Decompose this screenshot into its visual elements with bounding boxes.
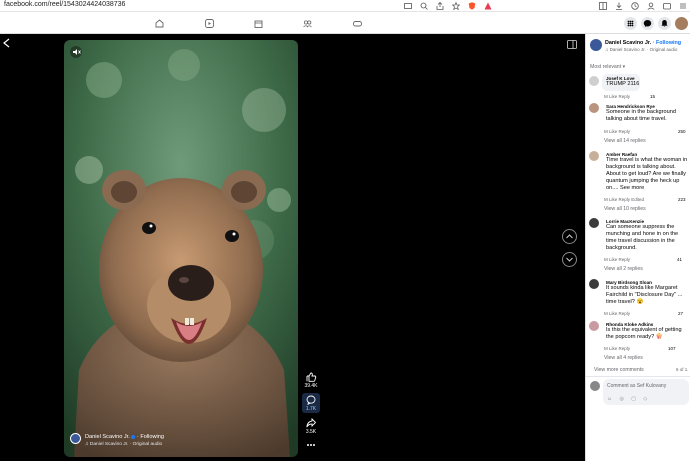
comment-actions[interactable]: M Like Reply: [604, 346, 630, 351]
comment-avatar[interactable]: [589, 76, 599, 86]
reel-author-avatar[interactable]: [70, 433, 81, 444]
comment-actions[interactable]: M Like Reply: [604, 129, 630, 134]
panel-author-name[interactable]: Daniel Scavino Jr.: [605, 40, 651, 46]
share-page-icon[interactable]: [436, 2, 444, 10]
reels-icon[interactable]: [205, 19, 214, 28]
comment-tool-icons[interactable]: ☺ ◎ ▢ ◇: [607, 396, 650, 402]
reel-author-name[interactable]: Daniel Scavino Jr.: [85, 434, 130, 440]
reel-author-row: Daniel Scavino Jr. · Following: [85, 434, 164, 440]
collapse-panel-icon[interactable]: [567, 40, 577, 49]
comment-actions[interactable]: M Like Reply Edited: [604, 197, 644, 202]
reel-video[interactable]: Daniel Scavino Jr. · Following ♫ Daniel …: [64, 40, 298, 457]
panel-author-row: Daniel Scavino Jr. · Following: [605, 40, 681, 46]
messenger-icon[interactable]: [641, 17, 654, 30]
comment-actions[interactable]: M Like Reply: [604, 94, 630, 99]
wallet-icon[interactable]: [663, 2, 671, 10]
comment-avatar[interactable]: [589, 279, 599, 289]
more-icon[interactable]: [306, 442, 316, 448]
downloads-icon[interactable]: [615, 2, 623, 10]
comment-text: Is this the equivalent of getting the po…: [606, 327, 682, 340]
reaction-count[interactable]: 27: [678, 311, 683, 316]
url-text[interactable]: facebook.com/reel/1543024424038736: [4, 1, 125, 8]
reel-audio[interactable]: ♫ Daniel Scavino Jr. · Original audio: [85, 442, 162, 447]
like-icon[interactable]: [304, 372, 318, 382]
browser-menu-icon[interactable]: [679, 2, 687, 10]
reaction-count[interactable]: 250: [678, 129, 686, 134]
comments-panel: Daniel Scavino Jr. · Following ♫ Daniel …: [585, 34, 690, 461]
comment-avatar[interactable]: [589, 321, 599, 331]
comment-icon: [306, 395, 316, 405]
gaming-icon[interactable]: [353, 19, 362, 28]
comment-button[interactable]: 1.7K: [302, 393, 320, 413]
comment-input-placeholder: Comment as Sef Kulovany: [607, 383, 667, 389]
chevron-up-icon: [566, 234, 573, 239]
sort-dropdown[interactable]: Most relevant ▾: [590, 64, 625, 70]
comment-text: Someone in the background talking about …: [606, 109, 676, 122]
next-reel-button[interactable]: [562, 252, 577, 267]
reaction-count[interactable]: 223: [678, 197, 686, 202]
reel-following[interactable]: · Following: [137, 434, 164, 440]
extensions-icon[interactable]: [599, 2, 607, 10]
comment-text: It sounds kinda like Margaret Fairchild …: [606, 285, 683, 305]
reaction-count[interactable]: 15: [650, 94, 655, 99]
verified-icon: [131, 434, 136, 439]
brave-shield-icon[interactable]: [468, 2, 476, 10]
browser-address-bar: facebook.com/reel/1543024424038736: [0, 0, 690, 12]
comment-text: Time travel is what the woman in backgro…: [606, 157, 688, 191]
avatar[interactable]: [675, 17, 688, 30]
menu-icon[interactable]: [624, 17, 637, 30]
sort-label: Most relevant: [590, 64, 622, 70]
share-icon[interactable]: [306, 418, 316, 428]
view-replies-link[interactable]: View all 2 replies: [604, 266, 643, 272]
quokka-image: [64, 40, 298, 457]
comment-input[interactable]: Comment as Sef Kulovany ☺ ◎ ▢ ◇: [603, 379, 689, 405]
chevron-down-icon: [566, 257, 573, 262]
comment-avatar[interactable]: [589, 151, 599, 161]
screen-share-icon[interactable]: [404, 2, 412, 10]
comment-text: Can someone suppress the munching and ho…: [606, 224, 679, 251]
profile-icon[interactable]: [647, 2, 655, 10]
brave-rewards-icon[interactable]: [484, 2, 492, 10]
current-user-avatar: [590, 381, 600, 391]
comment-count: 1.7K: [305, 406, 317, 412]
comment-actions[interactable]: M Like Reply: [604, 311, 630, 316]
share-count: 3.5K: [305, 429, 317, 435]
bell-icon[interactable]: [658, 17, 671, 30]
view-more-comments-link[interactable]: View more comments: [594, 367, 644, 373]
comment-actions[interactable]: M Like Reply: [604, 257, 630, 262]
home-icon[interactable]: [155, 19, 164, 28]
mute-icon[interactable]: [70, 46, 82, 58]
comment-avatar[interactable]: [589, 103, 599, 113]
view-replies-link[interactable]: View all 10 replies: [604, 206, 646, 212]
view-replies-link[interactable]: View all 14 replies: [604, 138, 646, 144]
author-avatar[interactable]: [590, 39, 602, 51]
back-icon[interactable]: [2, 38, 12, 48]
comment-avatar[interactable]: [589, 218, 599, 228]
facebook-top-nav: [0, 12, 690, 34]
chevron-down-icon: ▾: [622, 64, 626, 70]
bookmark-star-icon[interactable]: [452, 2, 460, 10]
like-count: 39.4K: [304, 383, 318, 389]
marketplace-icon[interactable]: [254, 19, 263, 28]
history-icon[interactable]: [631, 2, 639, 10]
comment-text: TRUMP 2116: [606, 81, 640, 87]
reaction-count[interactable]: 107: [668, 346, 676, 351]
comment-pagination: 6 of 1.: [676, 367, 689, 372]
panel-following[interactable]: · Following: [653, 40, 681, 46]
reaction-count[interactable]: 41: [677, 257, 682, 262]
view-replies-link[interactable]: View all 4 replies: [604, 355, 643, 361]
panel-audio[interactable]: ♫ Daniel Scavino Jr. · Original audio: [605, 47, 677, 52]
zoom-icon[interactable]: [420, 2, 428, 10]
divider: [586, 376, 690, 377]
previous-reel-button[interactable]: [562, 229, 577, 244]
groups-icon[interactable]: [303, 19, 312, 28]
